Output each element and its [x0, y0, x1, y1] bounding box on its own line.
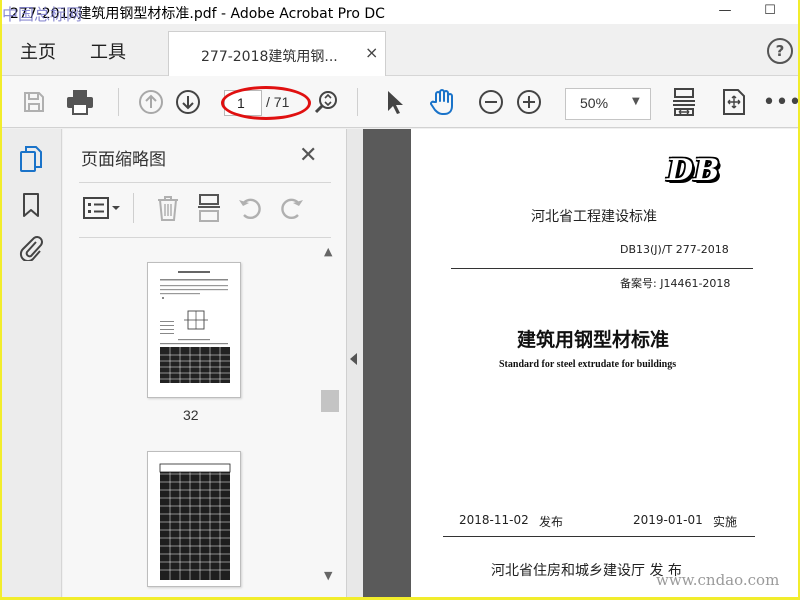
standard-organization: 河北省工程建设标准 [531, 209, 657, 225]
implementation-label: 实施 [713, 515, 738, 529]
maximize-button[interactable]: ☐ [747, 0, 793, 24]
minimize-button[interactable]: — [702, 0, 748, 24]
close-tab-icon[interactable]: × [365, 43, 378, 62]
fit-page-icon[interactable] [670, 88, 698, 116]
divider [79, 237, 331, 238]
help-icon[interactable]: ? [767, 38, 793, 64]
watermark-bottom: www.cndao.com [656, 571, 780, 589]
bookmark-icon[interactable] [18, 191, 44, 219]
zoom-in-icon[interactable] [515, 88, 543, 116]
attachment-icon[interactable] [18, 233, 44, 261]
acrobat-window: 277-2018建筑用钢型材标准.pdf - Adobe Acrobat Pro… [2, 0, 798, 597]
red-highlight-ellipse [221, 86, 311, 120]
issue-date: 2018-11-02 [459, 513, 529, 527]
thumbnail-scrollbar[interactable]: ▲ ▼ [321, 245, 339, 590]
issuing-authority: 河北省住房和城乡建设厅 发 布 [491, 563, 682, 579]
document-title-en: Standard for steel extrudate for buildin… [499, 359, 677, 370]
divider [79, 182, 331, 183]
panel-title: 页面缩略图 [81, 150, 166, 170]
print-icon[interactable] [66, 88, 94, 116]
record-number: 备案号: J14461-2018 [620, 277, 731, 290]
thumbnail-options-icon[interactable] [81, 193, 123, 223]
rotate-left-icon[interactable] [235, 193, 265, 223]
collapse-arrow-icon [350, 353, 357, 365]
watermark-top: 中国总标网 [2, 5, 83, 24]
hand-tool-icon[interactable] [428, 88, 456, 116]
panel-collapse-handle[interactable] [347, 129, 363, 597]
page-thumbnails-icon[interactable] [18, 145, 44, 173]
more-options-icon[interactable]: ••• [763, 88, 798, 116]
close-panel-icon[interactable]: ✕ [299, 143, 317, 168]
scroll-thumb[interactable] [321, 390, 339, 412]
page-thumbnail[interactable] [147, 451, 241, 587]
standard-code: DB13(J)/T 277-2018 [620, 243, 729, 256]
zoom-select[interactable]: 50% ▼ [565, 88, 651, 120]
chevron-down-icon: ▼ [632, 96, 640, 107]
scroll-up-arrow[interactable]: ▲ [324, 245, 332, 258]
page-up-icon[interactable] [137, 88, 165, 116]
toolbar-separator [118, 88, 119, 116]
scroll-down-arrow[interactable]: ▼ [324, 569, 332, 582]
thumbnail-panel: 页面缩略图 ✕ 32 ▲ ▼ [63, 129, 347, 597]
toolbar-separator [357, 88, 358, 116]
menu-home[interactable]: 主页 [20, 38, 56, 64]
db-logo: DB [667, 153, 721, 188]
document-view[interactable]: DB 河北省工程建设标准 DB13(J)/T 277-2018 备案号: J14… [363, 129, 798, 597]
document-tab-label: 277-2018建筑用钢... [201, 49, 338, 65]
left-rail [2, 129, 62, 597]
page-thumbnail[interactable] [147, 262, 241, 398]
zoom-value: 50% [580, 95, 609, 111]
title-bar: 277-2018建筑用钢型材标准.pdf - Adobe Acrobat Pro… [2, 0, 798, 24]
extract-page-icon[interactable] [194, 193, 224, 223]
implementation-date: 2019-01-01 [633, 513, 703, 527]
toolbar: 1 / 71 50% ▼ ••• [2, 76, 798, 128]
rotate-right-icon[interactable] [277, 193, 307, 223]
find-zoom-icon[interactable] [312, 88, 340, 116]
pdf-page: DB 河北省工程建设标准 DB13(J)/T 277-2018 备案号: J14… [411, 129, 798, 597]
thumbnail-page-label: 32 [183, 407, 199, 423]
toolbar-separator [133, 193, 134, 223]
full-screen-icon[interactable] [720, 88, 748, 116]
document-title-zh: 建筑用钢型材标准 [517, 329, 670, 351]
page-down-icon[interactable] [174, 88, 202, 116]
menu-tools[interactable]: 工具 [90, 38, 126, 64]
select-arrow-icon[interactable] [380, 88, 408, 116]
document-tab[interactable]: 277-2018建筑用钢... × [168, 31, 386, 77]
zoom-out-icon[interactable] [477, 88, 505, 116]
page-rule [443, 536, 755, 537]
menu-bar: 主页 工具 277-2018建筑用钢... × ? [2, 24, 798, 77]
save-icon[interactable] [20, 88, 48, 116]
delete-page-icon[interactable] [153, 193, 183, 223]
issue-label: 发布 [539, 515, 564, 529]
page-rule [451, 268, 753, 269]
